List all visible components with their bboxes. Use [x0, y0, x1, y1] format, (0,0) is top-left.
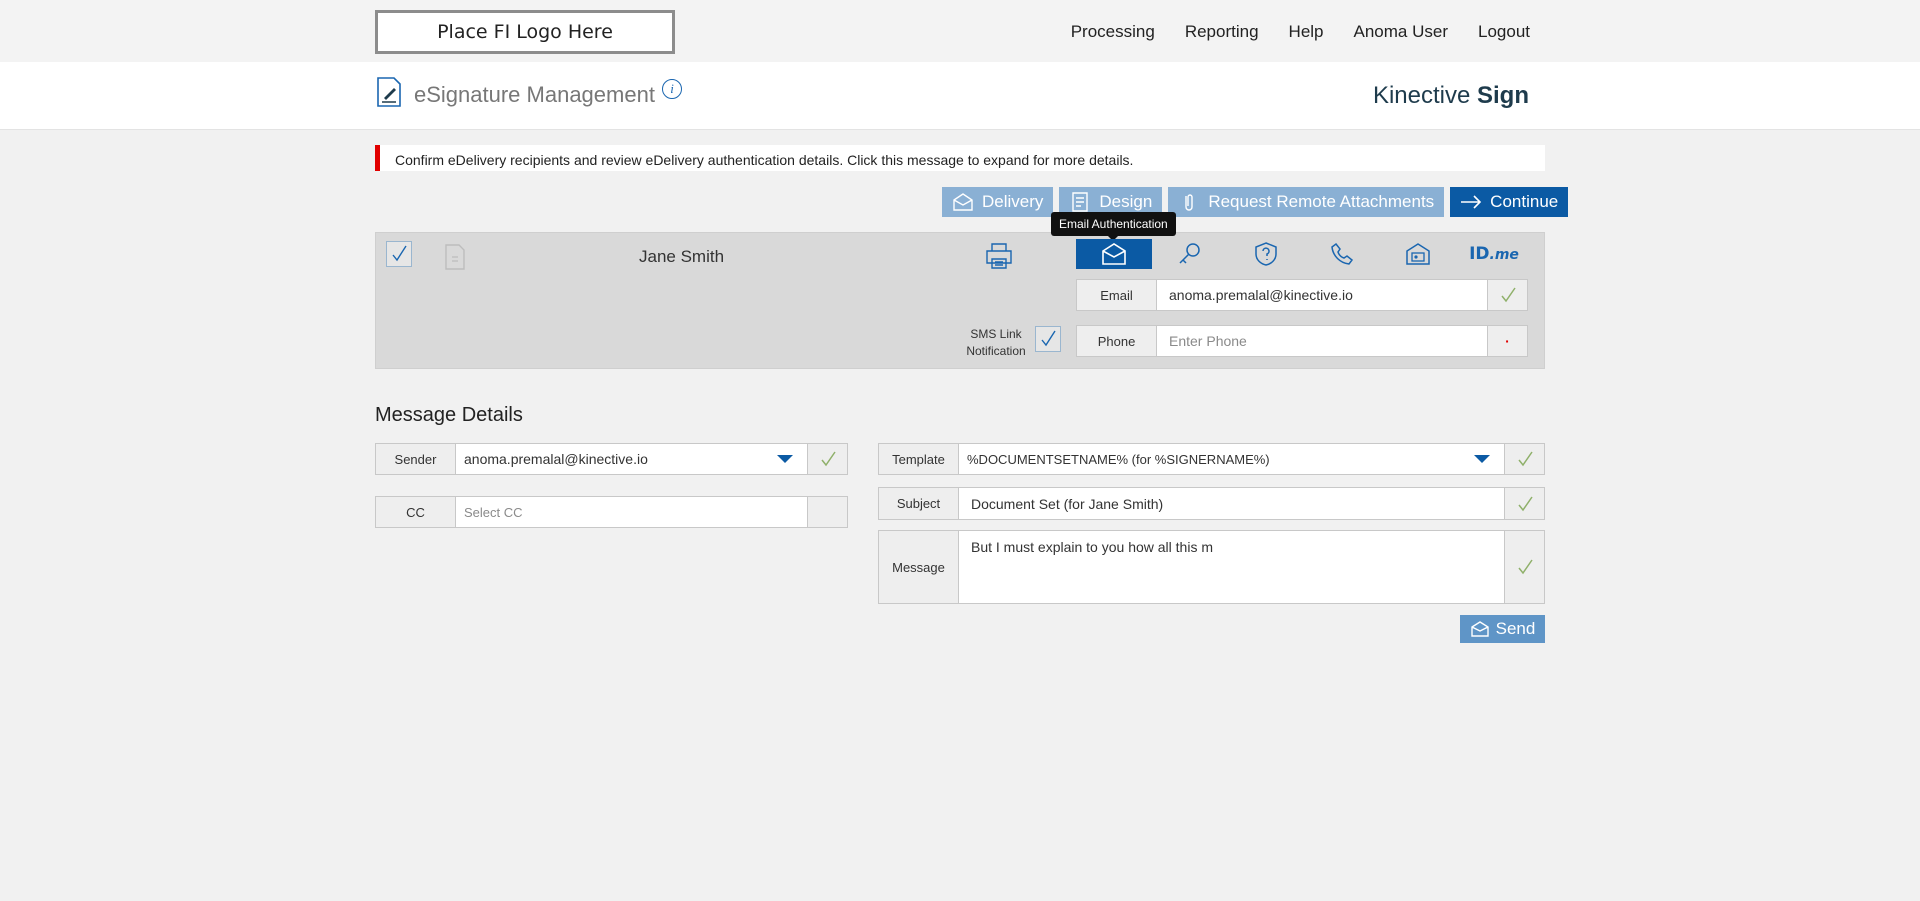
recipient-name: Jane Smith: [639, 247, 725, 266]
sms-label-line-1: SMS Link: [970, 327, 1022, 341]
paperclip-icon: [1185, 194, 1194, 211]
sender-status: [807, 444, 847, 474]
id-card-auth-icon: [1406, 243, 1430, 265]
remote-attachments-label: Request Remote Attachments: [1208, 192, 1435, 211]
sender-value: anoma.premalal@kinective.io: [464, 451, 648, 467]
chevron-down-icon: [1474, 455, 1490, 463]
passcode-authentication-button[interactable]: [1152, 239, 1228, 269]
template-value: %DOCUMENTSETNAME% (for %SIGNERNAME%): [967, 451, 1270, 467]
design-document-icon: [1072, 192, 1089, 212]
template-select[interactable]: %DOCUMENTSETNAME% (for %SIGNERNAME%): [959, 444, 1504, 474]
design-button-label: Design: [1099, 192, 1153, 211]
email-auth-icon: [1102, 243, 1126, 265]
nav-reporting[interactable]: Reporting: [1185, 22, 1259, 42]
continue-button-label: Continue: [1490, 192, 1559, 211]
email-input[interactable]: [1157, 280, 1487, 310]
phone-label: Phone: [1077, 326, 1157, 356]
nav-user[interactable]: Anoma User: [1354, 22, 1448, 42]
email-authentication-button[interactable]: [1076, 239, 1152, 269]
sms-label-line-2: Notification: [966, 344, 1026, 358]
info-icon[interactable]: i: [662, 79, 682, 99]
printer-icon[interactable]: [984, 241, 1014, 271]
sender-label: Sender: [376, 444, 456, 474]
page-title: eSignature Management: [414, 82, 655, 107]
sms-link-notification-label: SMS Link Notification: [960, 326, 1032, 360]
phone-status: ·: [1487, 326, 1527, 356]
authentication-methods: ID.me: [1076, 239, 1532, 269]
cc-label: CC: [376, 497, 456, 527]
checkmark-icon: [392, 245, 407, 262]
cc-field-row: CC Select CC: [375, 496, 848, 528]
check-icon: [1500, 287, 1516, 303]
arrow-right-icon: [1461, 195, 1482, 209]
check-icon: [820, 451, 836, 467]
email-authentication-tooltip: Email Authentication: [1051, 212, 1176, 241]
sender-select[interactable]: anoma.premalal@kinective.io: [456, 444, 807, 474]
email-field-row: Email: [1076, 279, 1528, 311]
subject-label: Subject: [879, 488, 959, 519]
idme-text: ID: [1469, 244, 1490, 264]
esignature-document-icon: [377, 77, 401, 107]
app-header: eSignature Management i Kinective Sign: [0, 62, 1920, 130]
message-label: Message: [879, 531, 959, 603]
top-bar: Place FI Logo Here Processing Reporting …: [0, 0, 1920, 62]
kba-authentication-button[interactable]: [1228, 239, 1304, 269]
nav-logout[interactable]: Logout: [1478, 22, 1530, 42]
chevron-down-icon: [777, 455, 793, 463]
idme-authentication-button[interactable]: ID.me: [1456, 239, 1532, 269]
fi-logo-placeholder: Place FI Logo Here: [375, 10, 675, 54]
sms-link-notification-checkbox[interactable]: [1035, 326, 1061, 352]
send-envelope-icon: [1470, 621, 1489, 637]
id-verification-button[interactable]: [1380, 239, 1456, 269]
message-textarea[interactable]: But I must explain to you how all this m: [959, 531, 1504, 603]
recipient-select-checkbox[interactable]: [386, 241, 412, 267]
request-remote-attachments-button[interactable]: Request Remote Attachments: [1168, 187, 1445, 217]
template-field-row: Template %DOCUMENTSETNAME% (for %SIGNERN…: [878, 443, 1545, 475]
message-details-title: Message Details: [375, 404, 523, 426]
key-auth-icon: [1179, 243, 1200, 264]
check-icon: [1517, 559, 1533, 575]
document-icon: [445, 244, 465, 270]
idme-suffix: .me: [1489, 247, 1519, 263]
phone-authentication-button[interactable]: [1304, 239, 1380, 269]
delivery-button[interactable]: Delivery: [942, 187, 1054, 217]
subject-field-row: Subject Document Set (for Jane Smith): [878, 487, 1545, 520]
cc-status: [807, 497, 847, 527]
phone-field-row: Phone ·: [1076, 325, 1528, 357]
brand-name-light: Kinective: [1372, 82, 1471, 109]
send-button-label: Send: [1495, 619, 1536, 638]
brand-logo: Kinective Sign: [1373, 82, 1529, 110]
continue-button[interactable]: Continue: [1450, 187, 1569, 217]
cc-select[interactable]: Select CC: [456, 497, 807, 527]
nav-help[interactable]: Help: [1289, 22, 1324, 42]
brand-name-bold: Sign: [1477, 82, 1529, 109]
email-status: [1487, 280, 1527, 310]
template-label: Template: [879, 444, 959, 474]
message-status: [1504, 531, 1544, 603]
action-toolbar: Delivery Design Request Remote Attachmen…: [942, 187, 1569, 217]
message-field-row: Message But I must explain to you how al…: [878, 530, 1545, 604]
phone-auth-icon: [1331, 242, 1354, 265]
question-auth-icon: [1255, 242, 1277, 266]
check-icon: [1517, 496, 1533, 511]
nav-processing[interactable]: Processing: [1071, 22, 1155, 42]
phone-status-indicator: ·: [1505, 333, 1510, 349]
checkmark-icon: [1041, 330, 1056, 347]
phone-input[interactable]: [1157, 326, 1487, 356]
sender-field-row: Sender anoma.premalal@kinective.io: [375, 443, 848, 475]
delivery-envelope-icon: [953, 193, 973, 211]
recipient-panel: Jane Smith Email Authentication ID.me Em…: [375, 212, 1545, 369]
edelivery-alert-message[interactable]: Confirm eDelivery recipients and review …: [375, 145, 1545, 171]
email-label: Email: [1077, 280, 1157, 310]
subject-status: [1504, 488, 1544, 519]
check-icon: [1517, 451, 1533, 467]
send-button[interactable]: Send: [1460, 615, 1545, 643]
subject-input[interactable]: Document Set (for Jane Smith): [959, 488, 1504, 519]
idme-logo: ID.me: [1469, 244, 1519, 264]
delivery-button-label: Delivery: [982, 192, 1044, 211]
template-status: [1504, 444, 1544, 474]
top-navigation: Processing Reporting Help Anoma User Log…: [1071, 22, 1530, 42]
